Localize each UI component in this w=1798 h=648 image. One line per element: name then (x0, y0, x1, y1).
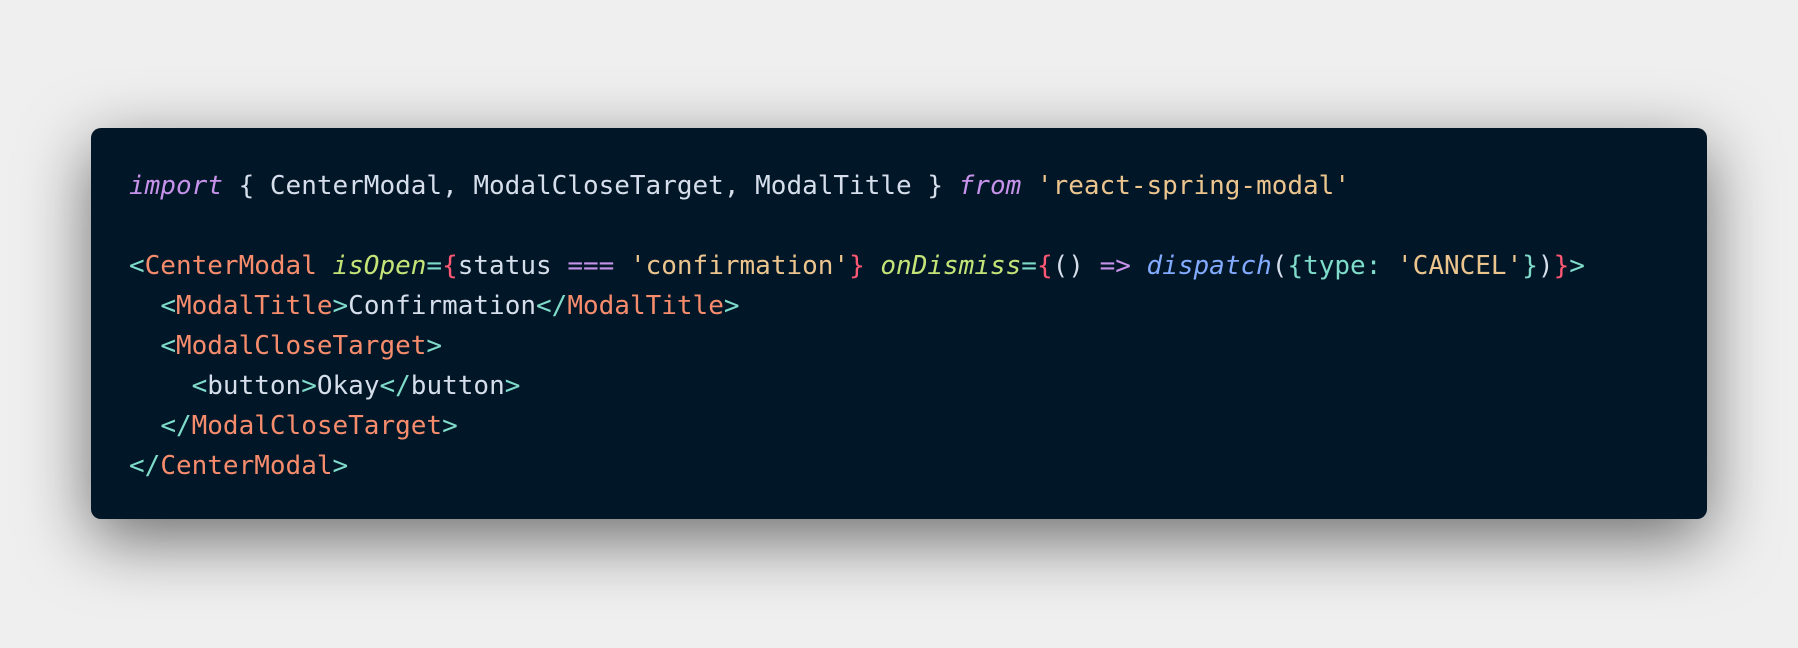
code-line: </ModalCloseTarget> (129, 406, 1669, 446)
code-token-tag-bracket: </ (160, 411, 192, 441)
code-token-operator: === (567, 251, 615, 281)
code-token-tag-bracket: > (332, 291, 349, 321)
code-line: import { CenterModal, ModalCloseTarget, … (129, 166, 1669, 206)
code-block: import { CenterModal, ModalCloseTarget, … (129, 166, 1669, 486)
code-token-plain: button (410, 371, 505, 401)
code-token-component: ModalTitle (175, 291, 333, 321)
code-token-component: CenterModal (144, 251, 317, 281)
code-token-tag-bracket: < (160, 331, 176, 361)
code-token-tag-bracket: {type: (1287, 251, 1398, 281)
code-token-jsx-brace: { (442, 251, 458, 281)
code-token-plain: Confirmation (348, 291, 537, 321)
code-line: </CenterModal> (129, 446, 1669, 486)
code-token-component: ModalCloseTarget (175, 331, 427, 361)
code-token-function: dispatch (1146, 251, 1272, 281)
code-token-string: 'CANCEL' (1397, 251, 1523, 281)
code-token-jsx-brace: } (1553, 251, 1570, 281)
code-line: <CenterModal isOpen={status === 'confirm… (129, 246, 1669, 286)
code-token-tag-bracket: < (160, 291, 176, 321)
code-line: <ModalTitle>Confirmation</ModalTitle> (129, 286, 1669, 326)
code-token-plain: ( (1271, 251, 1288, 281)
code-token-keyword: from (958, 171, 1022, 201)
code-line: <button>Okay</button> (129, 366, 1669, 406)
code-token-tag-bracket: > (332, 451, 349, 481)
code-token-tag-bracket: = (1021, 251, 1037, 281)
code-token-string: 'react-spring-modal' (1036, 171, 1350, 201)
code-snippet-card: import { CenterModal, ModalCloseTarget, … (91, 128, 1707, 519)
code-token-tag-bracket: > (442, 411, 458, 441)
code-token-jsx-brace: { (1036, 251, 1053, 281)
code-token-plain: { CenterModal, ModalCloseTarget, ModalTi… (222, 171, 959, 201)
code-token-tag-bracket: > (504, 371, 521, 401)
code-token-plain: ) (1537, 251, 1554, 281)
code-token-component: ModalTitle (567, 291, 724, 321)
code-token-component: ModalCloseTarget (191, 411, 443, 441)
code-token-operator: => (1099, 251, 1131, 281)
code-token-plain: Okay (316, 371, 380, 401)
code-token-plain: button (207, 371, 302, 401)
code-line: <ModalCloseTarget> (129, 326, 1669, 366)
code-token-tag-bracket: > (301, 371, 317, 401)
code-token-plain: () (1052, 251, 1100, 281)
code-token-attribute: isOpen (332, 251, 427, 281)
code-token-tag-bracket: </ (129, 451, 161, 481)
code-token-tag-bracket: < (129, 251, 145, 281)
code-token-string: 'confirmation' (629, 251, 850, 281)
code-token-attribute: onDismiss (880, 251, 1022, 281)
code-token-tag-bracket: = (426, 251, 443, 281)
code-token-tag-bracket: > (723, 291, 740, 321)
code-token-plain: status (457, 251, 568, 281)
code-token-component: CenterModal (160, 451, 333, 481)
code-token-tag-bracket: </ (536, 291, 568, 321)
code-token-tag-bracket: < (191, 371, 208, 401)
code-token-tag-bracket: </ (379, 371, 411, 401)
code-token-tag-bracket: > (426, 331, 443, 361)
code-token-tag-bracket: > (1569, 251, 1585, 281)
code-token-keyword: import (129, 171, 223, 201)
code-token-tag-bracket: } (1522, 251, 1538, 281)
code-token-jsx-brace: } (849, 251, 865, 281)
